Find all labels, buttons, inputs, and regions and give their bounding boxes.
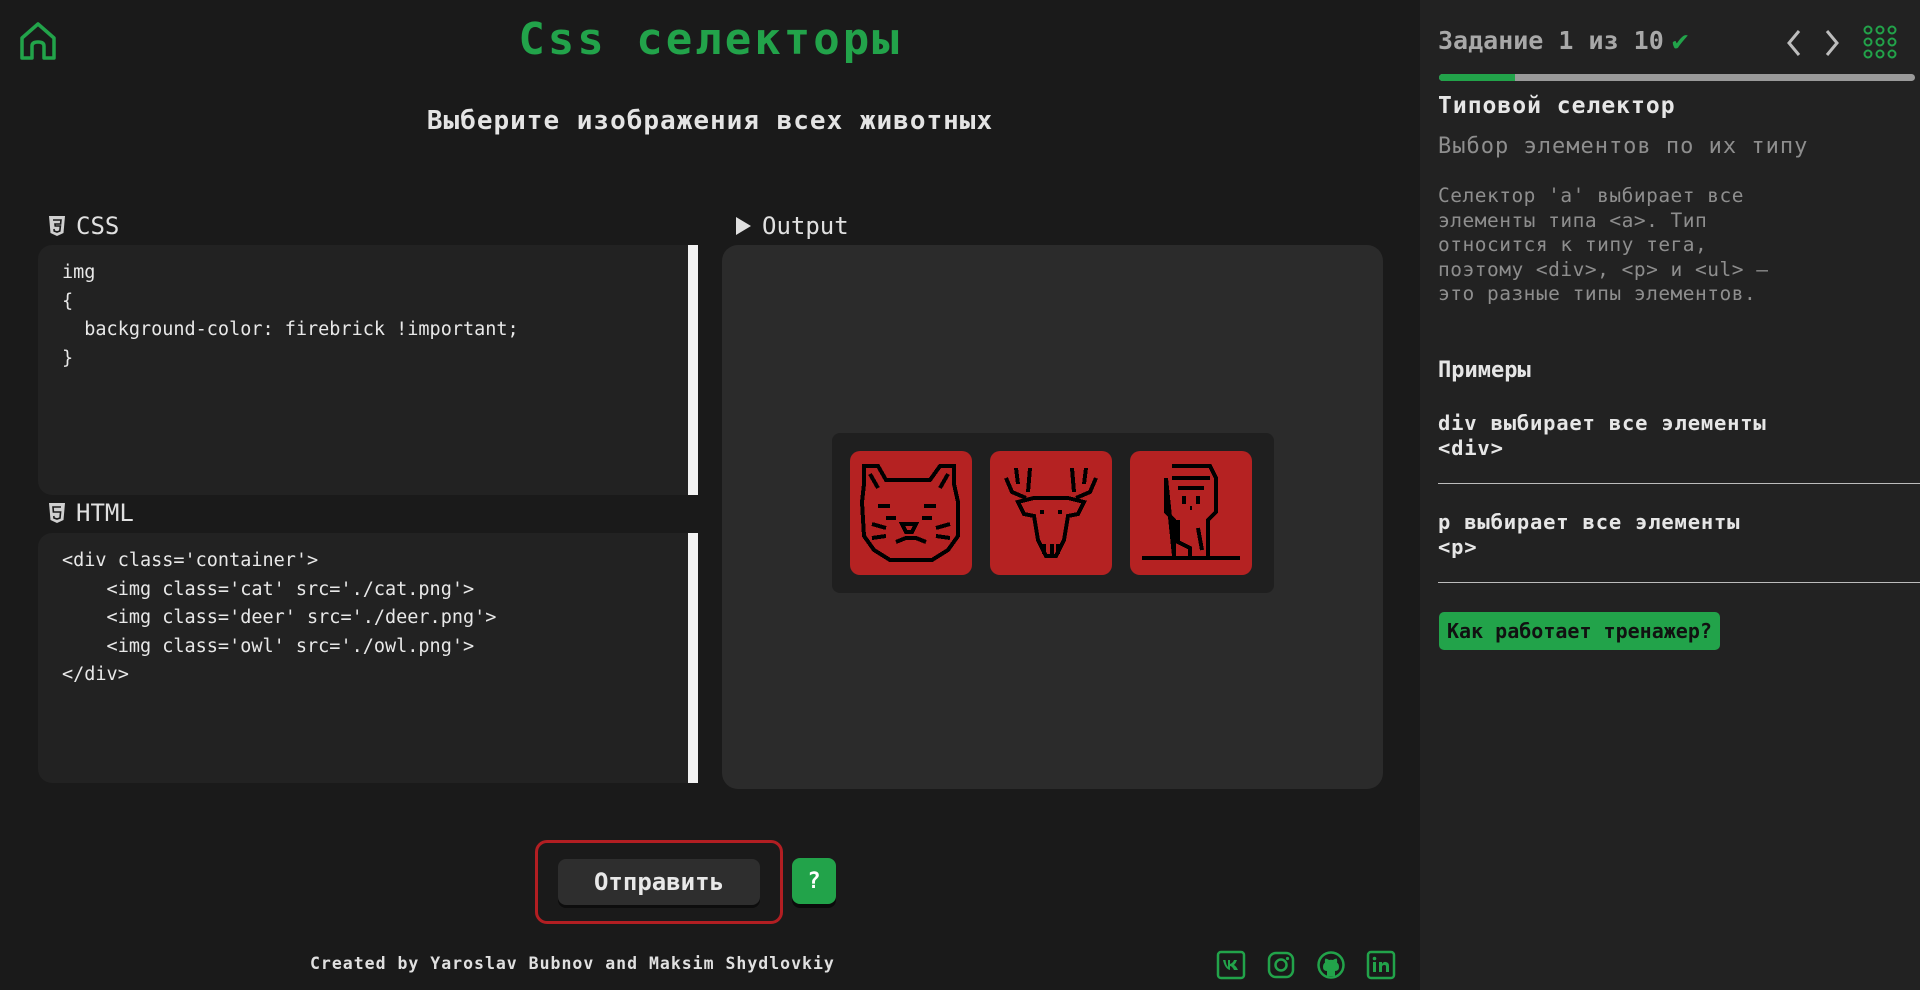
- submit-highlight-frame: Отправить: [535, 840, 783, 924]
- css-editor-scrollbar[interactable]: [688, 245, 698, 495]
- linkedin-icon[interactable]: [1366, 950, 1396, 980]
- github-icon[interactable]: [1316, 950, 1346, 980]
- level-description: Селектор 'a' выбирает все элементы типа …: [1438, 184, 1769, 305]
- vk-icon[interactable]: [1216, 950, 1246, 980]
- html-code: <div class='container'> <img class='cat'…: [62, 550, 497, 685]
- example-item: p выбирает все элементы <p>: [1438, 510, 1741, 559]
- html-viewer-scrollbar[interactable]: [688, 533, 698, 783]
- css-panel-label: CSS: [76, 212, 120, 240]
- next-level-icon[interactable]: [1822, 28, 1842, 58]
- output-panel-header: Output: [734, 212, 849, 240]
- task-counter: Задание 1 из 10 ✔: [1438, 24, 1689, 57]
- instagram-icon[interactable]: [1266, 950, 1296, 980]
- submit-button[interactable]: Отправить: [558, 859, 760, 905]
- output-panel-label: Output: [762, 212, 849, 240]
- examples-heading: Примеры: [1438, 358, 1531, 383]
- level-sidebar: Задание 1 из 10 ✔ Типовой селектор Выбор…: [1420, 0, 1920, 990]
- css-editor[interactable]: img { background-color: firebrick !impor…: [38, 245, 698, 495]
- css3-icon: [49, 216, 65, 236]
- divider: [1438, 582, 1920, 583]
- owl-pixel-icon: [1142, 464, 1240, 560]
- progress-bar-fill: [1439, 74, 1516, 81]
- play-icon: [736, 217, 751, 235]
- levels-grid-icon[interactable]: [1862, 24, 1898, 60]
- credits-text: Created by Yaroslav Bubnov and Maksim Sh…: [310, 954, 835, 973]
- cat-image: [850, 451, 972, 575]
- level-title: Типовой селектор: [1438, 93, 1676, 119]
- html-panel-header: HTML: [48, 499, 134, 527]
- help-button[interactable]: ?: [792, 858, 836, 904]
- html-panel-label: HTML: [76, 499, 134, 527]
- css-panel-header: CSS: [48, 212, 119, 240]
- example-item: div выбирает все элементы <div>: [1438, 411, 1767, 460]
- page-title: Css селекторы: [518, 14, 902, 65]
- cat-pixel-icon: [859, 464, 960, 562]
- css-code[interactable]: img { background-color: firebrick !impor…: [38, 245, 698, 373]
- owl-image: [1130, 451, 1252, 575]
- html-viewer: <div class='container'> <img class='cat'…: [38, 533, 698, 783]
- checkmark-icon: ✔: [1671, 24, 1689, 57]
- output-preview: [722, 245, 1383, 789]
- progress-bar: [1439, 74, 1915, 81]
- animal-container: [832, 433, 1274, 593]
- task-instruction: Выберите изображения всех животных: [426, 106, 994, 136]
- html5-icon: [49, 503, 65, 523]
- how-it-works-button[interactable]: Как работает тренажер?: [1439, 612, 1720, 650]
- divider: [1438, 483, 1920, 484]
- main-area: Css селекторы Выберите изображения всех …: [0, 0, 1420, 990]
- task-counter-text: Задание 1 из 10: [1438, 26, 1664, 55]
- deer-pixel-icon: [1004, 467, 1098, 558]
- previous-level-icon[interactable]: [1784, 28, 1804, 58]
- level-subtitle: Выбор элементов по их типу: [1438, 134, 1809, 159]
- deer-image: [990, 451, 1112, 575]
